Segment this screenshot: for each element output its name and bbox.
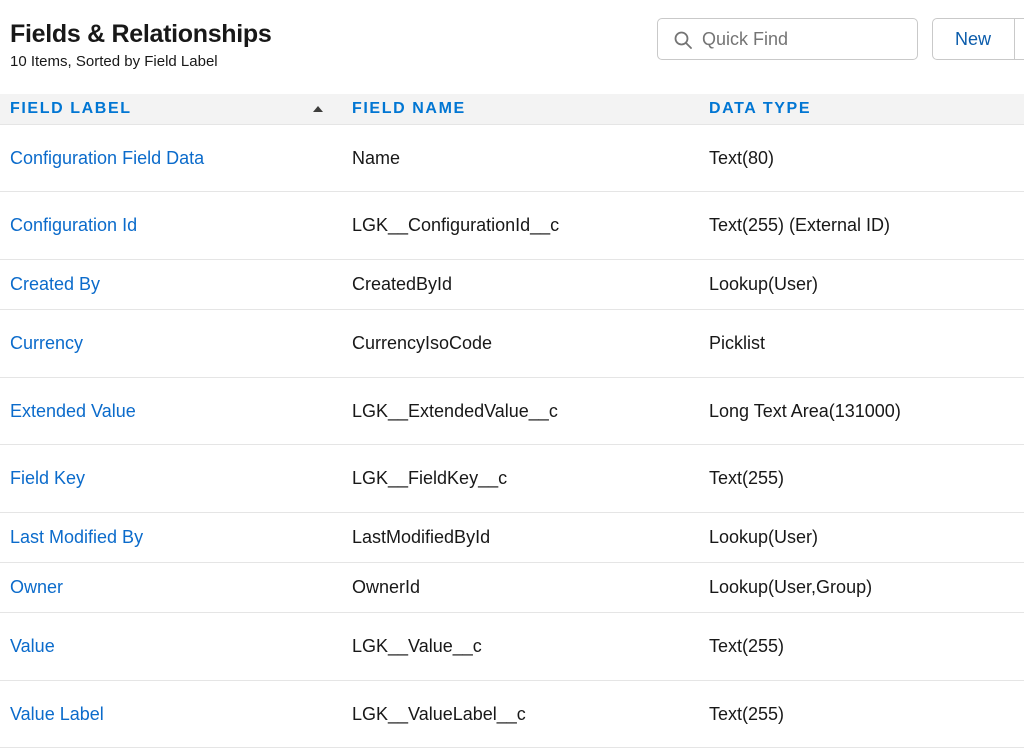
page-subtitle: 10 Items, Sorted by Field Label <box>10 53 218 70</box>
quick-find-search[interactable] <box>657 18 918 60</box>
field-name-cell: LGK__ValueLabel__c <box>352 703 526 724</box>
field-label-link[interactable]: Currency <box>10 333 83 354</box>
table-row: Owner OwnerId Lookup(User,Group) <box>0 563 1024 613</box>
field-label-link[interactable]: Value <box>10 636 55 657</box>
search-icon <box>674 31 692 49</box>
field-label-link[interactable]: Configuration Field Data <box>10 148 204 169</box>
new-button[interactable]: New <box>932 18 1024 60</box>
button-group-divider <box>1014 18 1015 60</box>
table-row: Configuration Id LGK__ConfigurationId__c… <box>0 192 1024 260</box>
field-label-link[interactable]: Field Key <box>10 468 85 489</box>
field-name-cell: LGK__FieldKey__c <box>352 468 508 488</box>
field-name-cell: LGK__ConfigurationId__c <box>352 215 560 235</box>
table-row: Last Modified By LastModifiedById Lookup… <box>0 513 1024 563</box>
data-type-cell: Text(255) <box>709 703 785 724</box>
table-row: Value Label LGK__ValueLabel__c Text(255) <box>0 681 1024 748</box>
table-row: Created By CreatedById Lookup(User) <box>0 260 1024 310</box>
field-label-link[interactable]: Last Modified By <box>10 527 143 548</box>
data-type-cell: Lookup(User,Group) <box>709 577 873 597</box>
field-label-link[interactable]: Owner <box>10 577 63 598</box>
column-header-field-name[interactable]: FIELD NAME <box>352 94 466 124</box>
field-name-cell: CreatedById <box>352 274 453 294</box>
data-type-cell: Text(255) <box>709 636 785 656</box>
data-type-cell: Text(80) <box>709 147 775 168</box>
column-header-field-label[interactable]: FIELD LABEL <box>10 94 132 124</box>
table-row: Value LGK__Value__c Text(255) <box>0 613 1024 681</box>
field-name-cell: CurrencyIsoCode <box>352 333 493 353</box>
table-row: Currency CurrencyIsoCode Picklist <box>0 310 1024 378</box>
page-header: Fields & Relationships 10 Items, Sorted … <box>10 18 272 72</box>
arrow-up-icon[interactable] <box>313 106 323 112</box>
field-name-cell: OwnerId <box>352 577 421 597</box>
data-type-cell: Lookup(User) <box>709 274 819 294</box>
quick-find-input[interactable] <box>702 19 907 59</box>
data-type-cell: Long Text Area(131000) <box>709 400 901 421</box>
page-title: Fields & Relationships <box>10 20 272 48</box>
data-type-cell: Text(255) (External ID) <box>709 215 891 235</box>
field-name-cell: LGK__ExtendedValue__c <box>352 400 558 421</box>
data-type-cell: Lookup(User) <box>709 527 819 547</box>
field-label-link[interactable]: Configuration Id <box>10 215 137 236</box>
table-header: FIELD LABEL FIELD NAME DATA TYPE <box>0 94 1024 125</box>
field-name-cell: Name <box>352 147 401 168</box>
data-type-cell: Text(255) <box>709 468 785 488</box>
field-label-link[interactable]: Created By <box>10 274 100 295</box>
column-header-data-type[interactable]: DATA TYPE <box>709 94 811 124</box>
table-row: Field Key LGK__FieldKey__c Text(255) <box>0 445 1024 513</box>
field-name-cell: LGK__Value__c <box>352 636 482 656</box>
table-row: Extended Value LGK__ExtendedValue__c Lon… <box>0 378 1024 445</box>
field-name-cell: LastModifiedById <box>352 527 491 547</box>
table-row: Configuration Field Data Name Text(80) <box>0 125 1024 192</box>
field-label-link[interactable]: Value Label <box>10 704 104 725</box>
field-label-link[interactable]: Extended Value <box>10 401 136 422</box>
data-type-cell: Picklist <box>709 333 766 353</box>
